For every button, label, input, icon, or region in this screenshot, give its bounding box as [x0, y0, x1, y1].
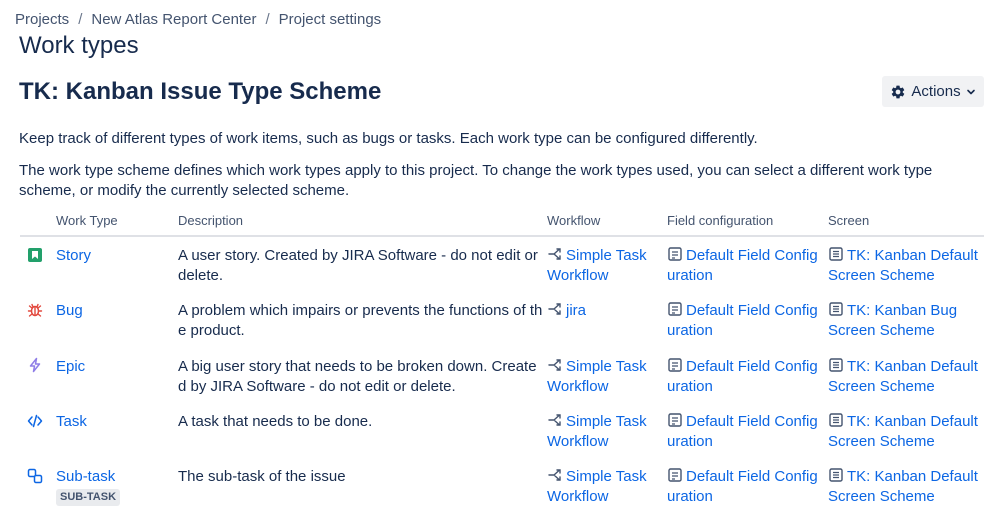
workflow-link[interactable]: Simple Task Workflow [547, 467, 657, 507]
column-header-description: Description [178, 213, 244, 228]
work-type-link-epic[interactable]: Epic [56, 357, 85, 377]
story-icon [28, 248, 42, 262]
page-title: Work types [19, 32, 139, 59]
breadcrumb-projects[interactable]: Projects [15, 11, 69, 28]
actions-button[interactable]: Actions [882, 76, 984, 107]
field-config-link[interactable]: Default Field Configuration [667, 412, 822, 452]
field-config-link[interactable]: Default Field Configuration [667, 301, 822, 341]
screen-scheme-link[interactable]: TK: Kanban Default Screen Scheme [828, 357, 984, 397]
header-divider [20, 235, 984, 237]
screen-icon [829, 413, 843, 427]
column-header-workflow: Workflow [547, 213, 601, 228]
screen-scheme-label: TK: Kanban Default Screen Scheme [828, 247, 978, 284]
work-type-link-bug[interactable]: Bug [56, 301, 83, 321]
subtask-icon [27, 468, 43, 484]
breadcrumb-separator: / [265, 11, 270, 28]
field-config-label: Default Field Configuration [667, 413, 818, 450]
work-type-description: A user story. Created by JIRA Software -… [178, 247, 538, 284]
field-config-icon [668, 247, 682, 261]
breadcrumb-project-settings[interactable]: Project settings [279, 11, 382, 28]
field-config-icon [668, 413, 682, 427]
bug-icon [27, 303, 43, 317]
workflow-link[interactable]: Simple Task Workflow [547, 246, 657, 286]
column-header-field-configuration: Field configuration [667, 213, 774, 228]
field-config-label: Default Field Configuration [667, 247, 818, 284]
chevron-down-icon [966, 89, 975, 94]
subtask-badge: SUB-TASK [56, 489, 121, 506]
screen-icon [829, 358, 843, 372]
screen-scheme-label: TK: Kanban Bug Screen Scheme [828, 302, 958, 339]
work-type-link-task[interactable]: Task [56, 412, 87, 432]
workflow-link[interactable]: jira [547, 301, 657, 321]
screen-scheme-label: TK: Kanban Default Screen Scheme [828, 468, 978, 505]
workflow-icon [548, 303, 561, 315]
screen-scheme-link[interactable]: TK: Kanban Default Screen Scheme [828, 246, 984, 286]
work-type-description: A problem which impairs or prevents the … [178, 302, 543, 339]
workflow-link[interactable]: Simple Task Workflow [547, 412, 657, 452]
scheme-title: TK: Kanban Issue Type Scheme [19, 78, 382, 105]
breadcrumb-separator: / [78, 11, 83, 28]
workflow-icon [548, 414, 561, 426]
column-header-work-type: Work Type [56, 213, 118, 228]
work-type-link-story[interactable]: Story [56, 246, 91, 266]
workflow-label: jira [566, 302, 587, 319]
screen-scheme-link[interactable]: TK: Kanban Default Screen Scheme [828, 467, 984, 507]
field-config-label: Default Field Configuration [667, 358, 818, 395]
field-config-icon [668, 358, 682, 372]
field-config-label: Default Field Configuration [667, 302, 818, 339]
actions-label: Actions [911, 83, 961, 100]
work-type-description: The sub-task of the issue [178, 468, 346, 485]
screen-icon [829, 302, 843, 316]
workflow-link[interactable]: Simple Task Workflow [547, 357, 657, 397]
workflow-icon [548, 359, 561, 371]
scheme-description: The work type scheme defines which work … [19, 162, 933, 199]
field-config-link[interactable]: Default Field Configuration [667, 357, 822, 397]
work-type-description: A big user story that needs to be broken… [178, 358, 537, 395]
field-config-icon [668, 468, 682, 482]
field-config-label: Default Field Configuration [667, 468, 818, 505]
work-type-link-sub-task[interactable]: Sub-task [56, 467, 115, 487]
screen-scheme-link[interactable]: TK: Kanban Default Screen Scheme [828, 412, 984, 452]
epic-icon [29, 357, 41, 373]
field-config-link[interactable]: Default Field Configuration [667, 467, 822, 507]
screen-icon [829, 247, 843, 261]
gear-icon [892, 85, 905, 98]
column-header-screen: Screen [828, 213, 870, 228]
screen-scheme-label: TK: Kanban Default Screen Scheme [828, 413, 978, 450]
workflow-icon [548, 248, 561, 260]
work-type-description: A task that needs to be done. [178, 413, 373, 430]
screen-icon [829, 468, 843, 482]
workflow-icon [548, 469, 561, 481]
breadcrumb-project[interactable]: New Atlas Report Center [91, 11, 256, 28]
page-description: Keep track of different types of work it… [19, 130, 758, 147]
field-config-icon [668, 302, 682, 316]
breadcrumb: Projects / New Atlas Report Center / Project… [15, 11, 381, 28]
screen-scheme-link[interactable]: TK: Kanban Bug Screen Scheme [828, 301, 984, 341]
task-icon [27, 414, 43, 428]
field-config-link[interactable]: Default Field Configuration [667, 246, 822, 286]
screen-scheme-label: TK: Kanban Default Screen Scheme [828, 358, 978, 395]
